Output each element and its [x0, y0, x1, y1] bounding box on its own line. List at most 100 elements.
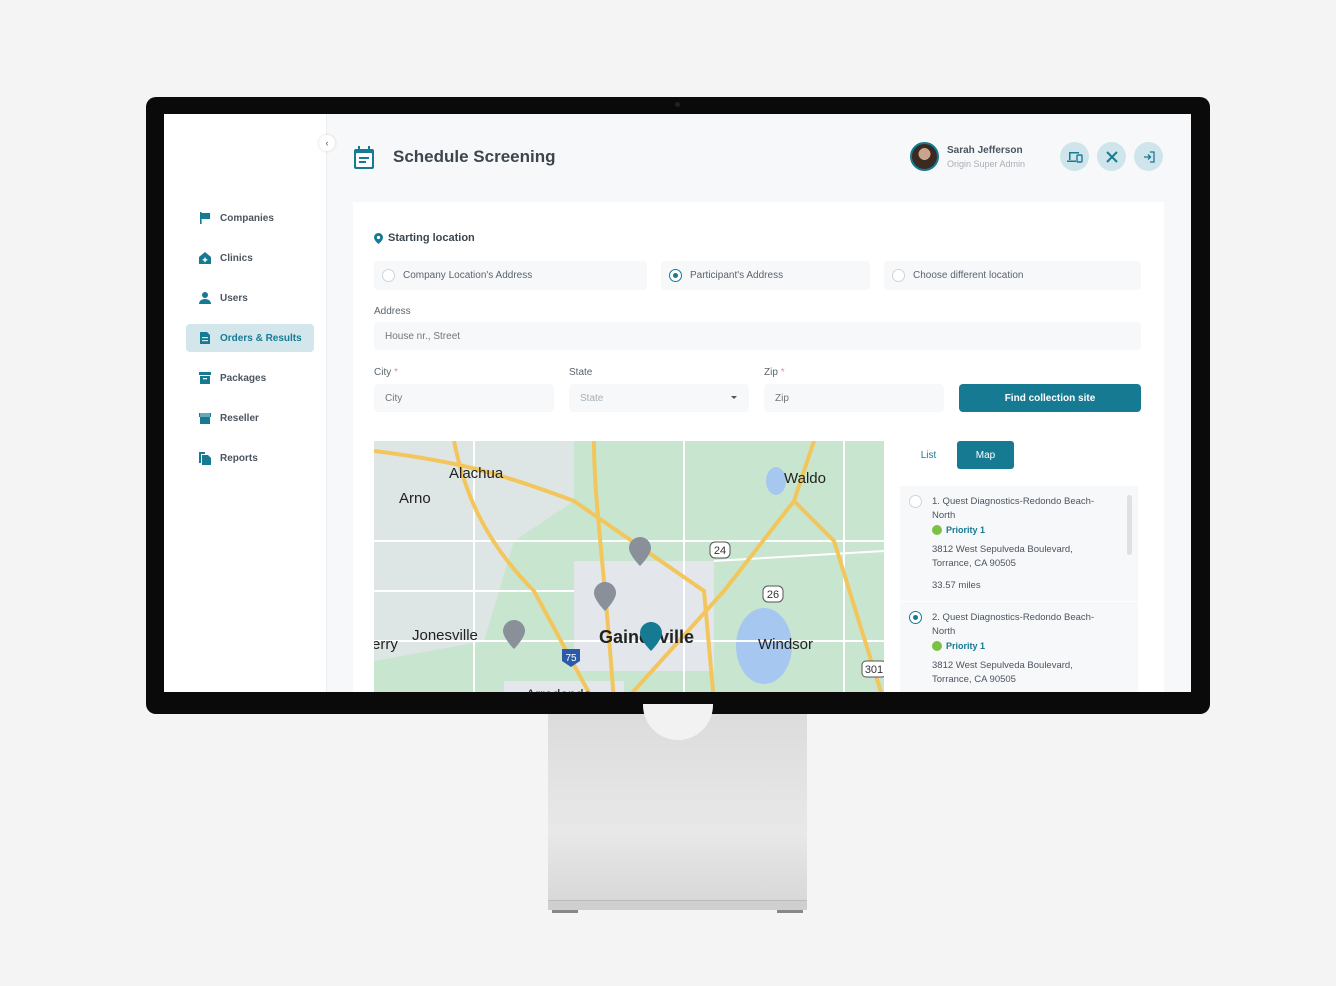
site-address-line2: Torrance, CA 90505 — [932, 558, 1016, 569]
place-label: Arno — [399, 490, 431, 507]
stand-foot — [552, 910, 578, 913]
place-label: erry — [374, 636, 398, 653]
results-list: 1. Quest Diagnostics-Redondo Beach-North… — [900, 486, 1138, 692]
tools-icon — [1105, 150, 1118, 163]
radio-button[interactable] — [382, 269, 395, 282]
priority-badge: Priority 1 — [932, 639, 1138, 653]
find-collection-site-button[interactable]: Find collection site — [959, 384, 1141, 412]
radio-button[interactable] — [909, 495, 922, 508]
zip-input[interactable] — [764, 384, 944, 412]
site-distance: 33.57 miles — [932, 580, 981, 591]
sidebar-item-label: Packages — [220, 372, 267, 384]
view-toggle: List Map — [900, 441, 1014, 469]
user-profile[interactable]: Sarah Jefferson Origin Super Admin — [910, 142, 1025, 171]
chevron-down-icon — [731, 396, 737, 399]
camera — [675, 102, 680, 107]
place-label: Jonesville — [412, 627, 478, 644]
monitor-stand — [548, 704, 807, 913]
sidebar-item-clinics[interactable]: Clinics — [186, 244, 314, 272]
site-address-line2: Torrance, CA 90505 — [932, 674, 1016, 685]
priority-text: Priority 1 — [946, 641, 986, 651]
site-address-line1: 3812 West Sepulveda Boulevard, — [932, 544, 1073, 555]
option-label: Choose different location — [913, 270, 1024, 281]
devices-button[interactable] — [1060, 142, 1089, 171]
user-name: Sarah Jefferson — [947, 144, 1023, 156]
address-label: Address — [374, 306, 411, 317]
logout-button[interactable] — [1134, 142, 1163, 171]
sidebar-item-label: Clinics — [220, 252, 253, 264]
sidebar-item-packages[interactable]: Packages — [186, 364, 314, 392]
site-address-line1: 3812 West Sepulveda Boulevard, — [932, 660, 1073, 671]
clinic-icon — [198, 251, 212, 265]
section-title-text: Starting location — [388, 232, 475, 244]
priority-dot — [932, 641, 942, 651]
package-icon — [198, 371, 212, 385]
state-label: State — [569, 367, 593, 378]
place-label: Waldo — [784, 470, 826, 487]
document-icon — [198, 331, 212, 345]
logout-icon — [1143, 150, 1155, 163]
required-mark: * — [780, 367, 785, 378]
sidebar-item-orders-results[interactable]: Orders & Results — [186, 324, 314, 352]
page-title: Schedule Screening — [393, 147, 556, 166]
sidebar-item-users[interactable]: Users — [186, 284, 314, 312]
route-shield-26: 26 — [767, 589, 779, 601]
option-participant-address[interactable]: Participant's Address — [661, 261, 870, 290]
state-select[interactable]: State — [569, 384, 749, 412]
map-canvas[interactable]: 24 26 75 301 Alachua Arno Waldo Jonesvil… — [374, 441, 884, 692]
reports-icon — [198, 451, 212, 465]
lake — [766, 467, 786, 495]
devices-icon — [1066, 151, 1083, 163]
tab-map[interactable]: Map — [957, 441, 1014, 469]
sidebar-item-label: Companies — [220, 212, 274, 224]
city-label: City * — [374, 367, 398, 378]
user-icon — [198, 291, 212, 305]
route-shield-301: 301 — [865, 664, 883, 676]
option-label: Participant's Address — [690, 270, 784, 281]
city-label-text: City — [374, 367, 392, 378]
list-item[interactable]: 1. Quest Diagnostics-Redondo Beach-North… — [900, 486, 1138, 602]
store-icon — [198, 411, 212, 425]
user-role: Origin Super Admin — [947, 158, 1026, 169]
site-title: 2. Quest Diagnostics-Redondo Beach-North — [932, 612, 1095, 637]
calendar-icon — [353, 146, 375, 175]
schedule-card: Starting location Company Location's Add… — [353, 202, 1164, 692]
radio-button[interactable] — [669, 269, 682, 282]
sidebar-item-label: Reseller — [220, 412, 259, 424]
collapse-sidebar-button[interactable]: ‹ — [319, 135, 335, 151]
stand-notch — [643, 704, 713, 740]
radio-button[interactable] — [892, 269, 905, 282]
chevron-left-icon: ‹ — [325, 138, 329, 148]
app-screen: Companies Clinics Users Orders & Results… — [164, 114, 1191, 692]
city-input[interactable] — [374, 384, 554, 412]
state-placeholder: State — [580, 392, 604, 404]
required-mark: * — [394, 367, 398, 378]
stand-foot — [777, 910, 803, 913]
place-label: Windsor — [758, 636, 813, 653]
priority-badge: Priority 1 — [932, 523, 1138, 537]
sidebar-item-label: Orders & Results — [220, 332, 302, 344]
tools-button[interactable] — [1097, 142, 1126, 171]
sidebar: Companies Clinics Users Orders & Results… — [164, 114, 327, 692]
priority-text: Priority 1 — [946, 525, 986, 535]
map-pin[interactable] — [503, 620, 525, 649]
route-shield-75: 75 — [565, 653, 577, 664]
map-view[interactable]: 24 26 75 301 Alachua Arno Waldo Jonesvil… — [374, 441, 884, 692]
place-label: Arredondo — [526, 686, 592, 692]
address-input[interactable] — [374, 322, 1141, 350]
place-label: Alachua — [449, 465, 504, 482]
sidebar-nav: Companies Clinics Users Orders & Results… — [186, 204, 314, 484]
map-pin-icon — [374, 232, 383, 244]
sidebar-item-companies[interactable]: Companies — [186, 204, 314, 232]
sidebar-item-reports[interactable]: Reports — [186, 444, 314, 472]
option-company-address[interactable]: Company Location's Address — [374, 261, 647, 290]
option-different-location[interactable]: Choose different location — [884, 261, 1141, 290]
sidebar-item-reseller[interactable]: Reseller — [186, 404, 314, 432]
site-title: 1. Quest Diagnostics-Redondo Beach-North — [932, 496, 1095, 521]
avatar — [910, 142, 939, 171]
priority-dot — [932, 525, 942, 535]
radio-button[interactable] — [909, 611, 922, 624]
tab-list[interactable]: List — [900, 441, 957, 469]
list-item[interactable]: 2. Quest Diagnostics-Redondo Beach-North… — [900, 602, 1138, 692]
stand-base — [548, 900, 807, 913]
